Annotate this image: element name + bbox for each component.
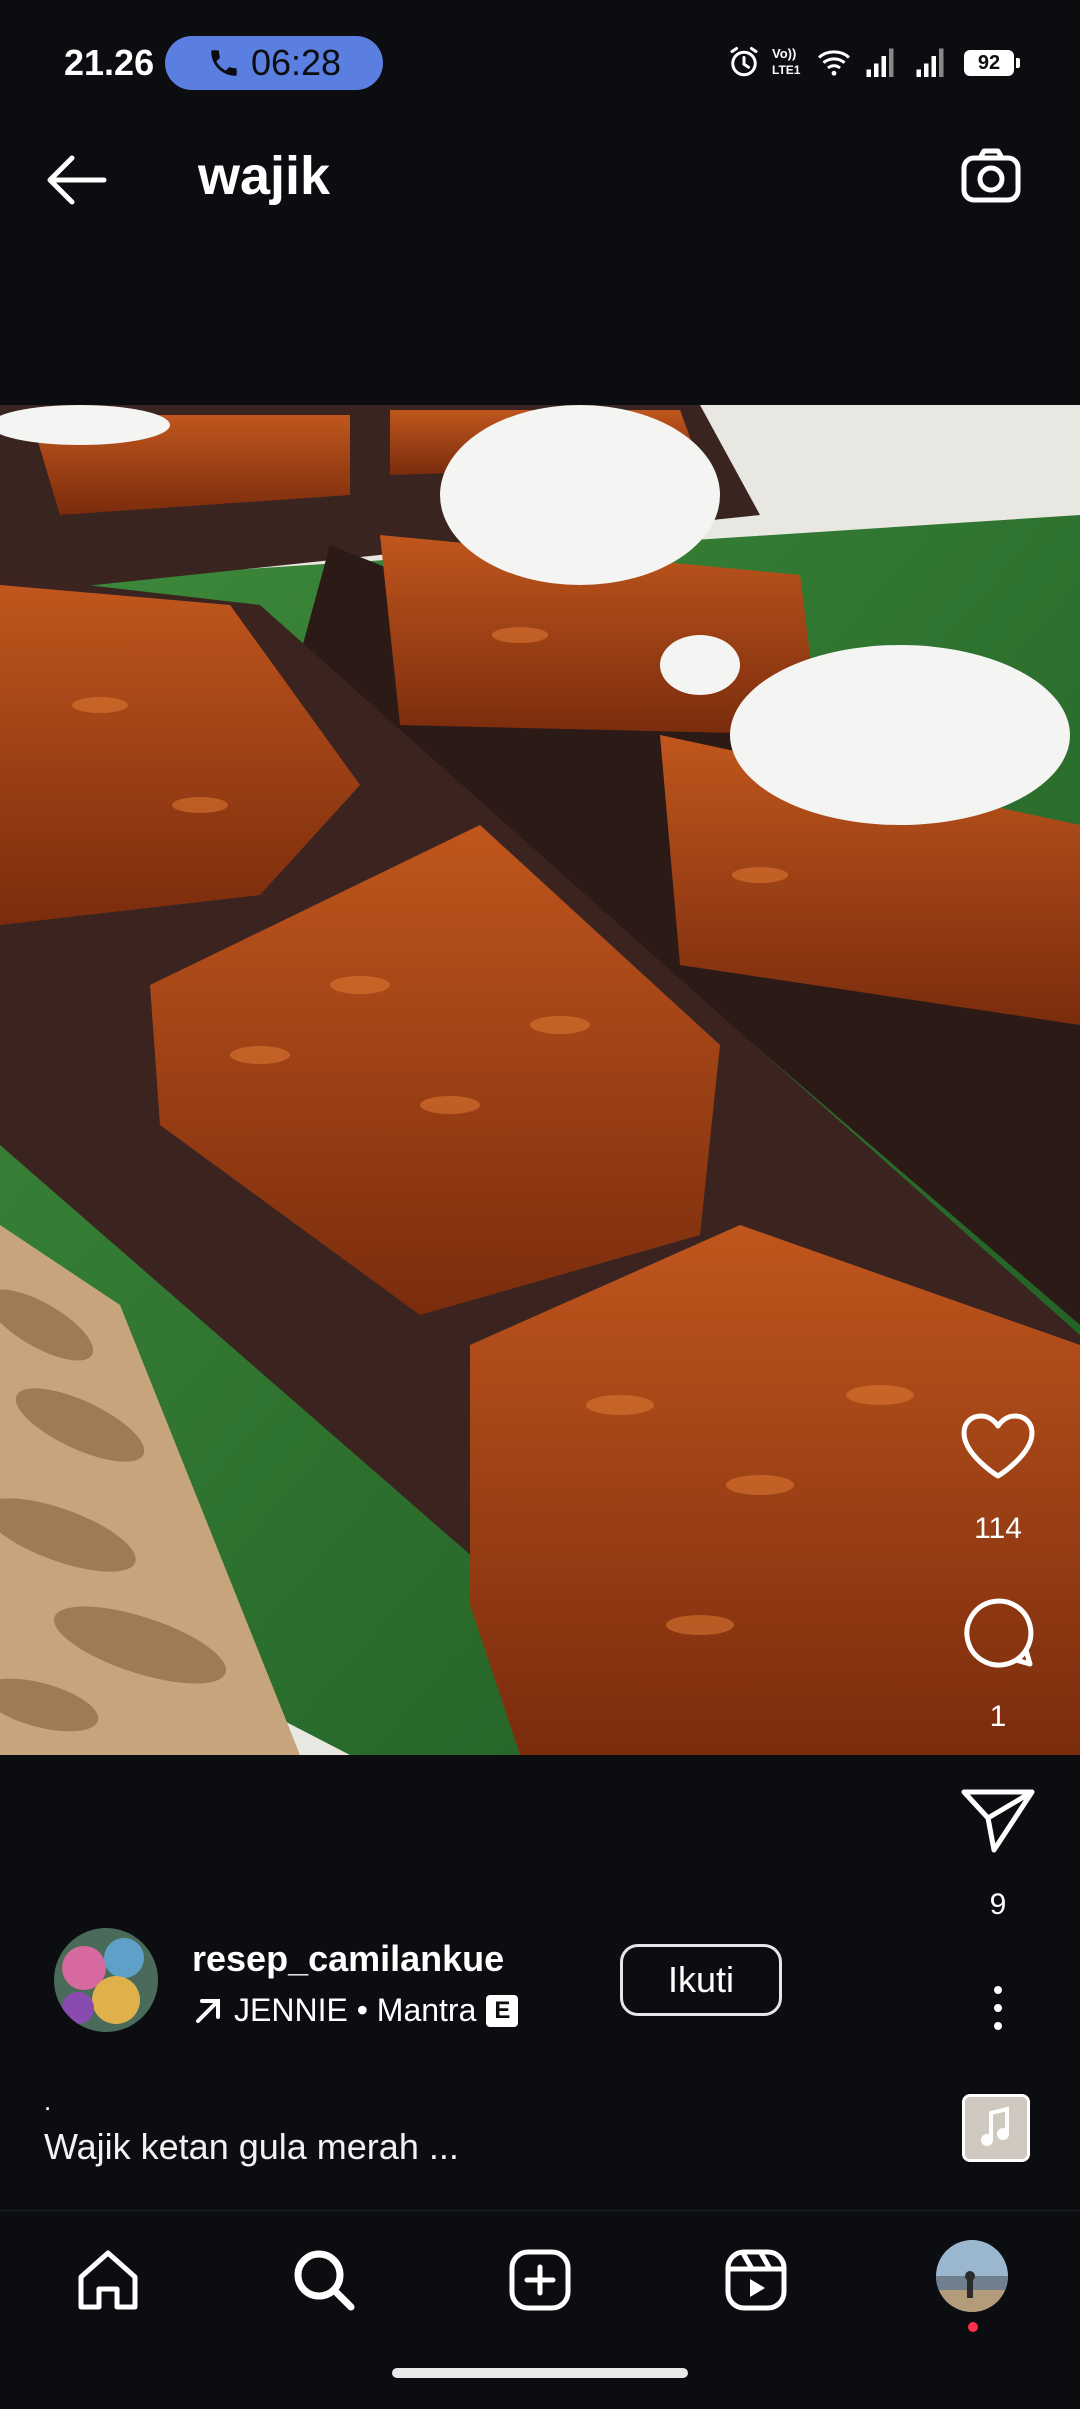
wajik-photo <box>0 405 1080 1755</box>
nav-create[interactable] <box>500 2240 580 2320</box>
camera-icon[interactable] <box>958 144 1024 210</box>
phone-icon <box>211 50 237 76</box>
like-count: 114 <box>974 1512 1022 1545</box>
alarm-icon <box>730 47 758 77</box>
author-username[interactable]: resep_camilankue <box>192 1938 504 1980</box>
comment-count: 1 <box>989 1700 1007 1733</box>
music-title: JENNIE • Mantra <box>234 1992 477 2028</box>
signal-icon <box>866 48 894 77</box>
author-avatar[interactable] <box>54 1928 158 2032</box>
post-caption[interactable]: Wajik ketan gula merah ... <box>44 2126 459 2168</box>
comment-icon[interactable] <box>958 1592 1038 1672</box>
music-note-icon <box>965 2097 1027 2159</box>
header <box>0 100 1080 260</box>
music-info[interactable]: JENNIE • Mantra E <box>192 1992 519 2029</box>
heart-icon[interactable] <box>958 1410 1038 1482</box>
call-timer: 06:28 <box>250 42 342 83</box>
home-indicator[interactable] <box>392 2368 688 2378</box>
wifi-icon <box>817 50 851 76</box>
create-icon <box>509 2249 571 2311</box>
svg-text:Vo)): Vo)) <box>772 46 796 61</box>
arrow-left-icon[interactable] <box>42 150 112 210</box>
nav-home[interactable] <box>68 2240 148 2320</box>
caption-line: . <box>44 2086 52 2116</box>
ongoing-call-pill[interactable]: 06:28 <box>165 36 383 90</box>
home-icon <box>78 2250 138 2310</box>
post-image[interactable] <box>0 405 1080 1755</box>
signal-icon <box>916 48 944 77</box>
explicit-badge: E <box>486 1994 519 2027</box>
svg-text:LTE1: LTE1 <box>772 63 801 77</box>
profile-photo <box>936 2240 1008 2312</box>
status-time: 21.26 <box>64 42 155 83</box>
arrow-up-right-icon <box>196 1998 220 2023</box>
notification-dot <box>968 2322 978 2332</box>
nav-search[interactable] <box>284 2240 364 2320</box>
share-count: 9 <box>989 1888 1007 1921</box>
nav-profile-avatar[interactable] <box>936 2240 1008 2312</box>
avatar-image <box>54 1928 158 2032</box>
battery-icon: 92 <box>964 50 1020 76</box>
search-icon <box>294 2250 355 2311</box>
reels-icon <box>725 2249 787 2311</box>
audio-thumbnail[interactable] <box>962 2094 1030 2162</box>
nav-reels[interactable] <box>716 2240 796 2320</box>
more-options-icon[interactable] <box>980 1982 1016 2034</box>
share-icon[interactable] <box>958 1786 1038 1856</box>
volte-icon: Vo)) LTE1 <box>772 46 801 77</box>
page-title: wajik <box>198 146 331 206</box>
follow-button[interactable]: Ikuti <box>620 1944 782 2016</box>
